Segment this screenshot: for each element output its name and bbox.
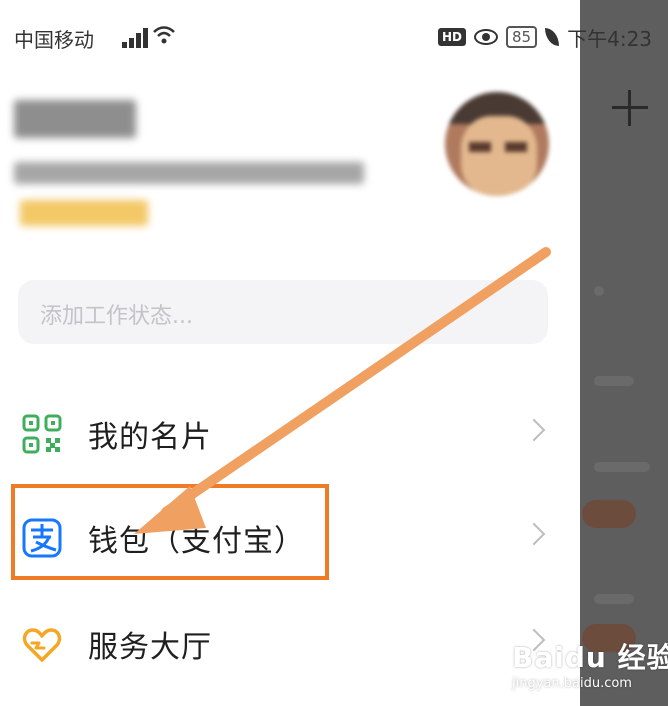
watermark-url: jingyan.baidu.com bbox=[512, 676, 632, 691]
watermark-logo: Baidu 经验 bbox=[512, 641, 668, 674]
annotation-arrow bbox=[134, 247, 551, 534]
baidu-jingyan-watermark: Baidu 经验 jingyan.baidu.com bbox=[506, 636, 668, 702]
